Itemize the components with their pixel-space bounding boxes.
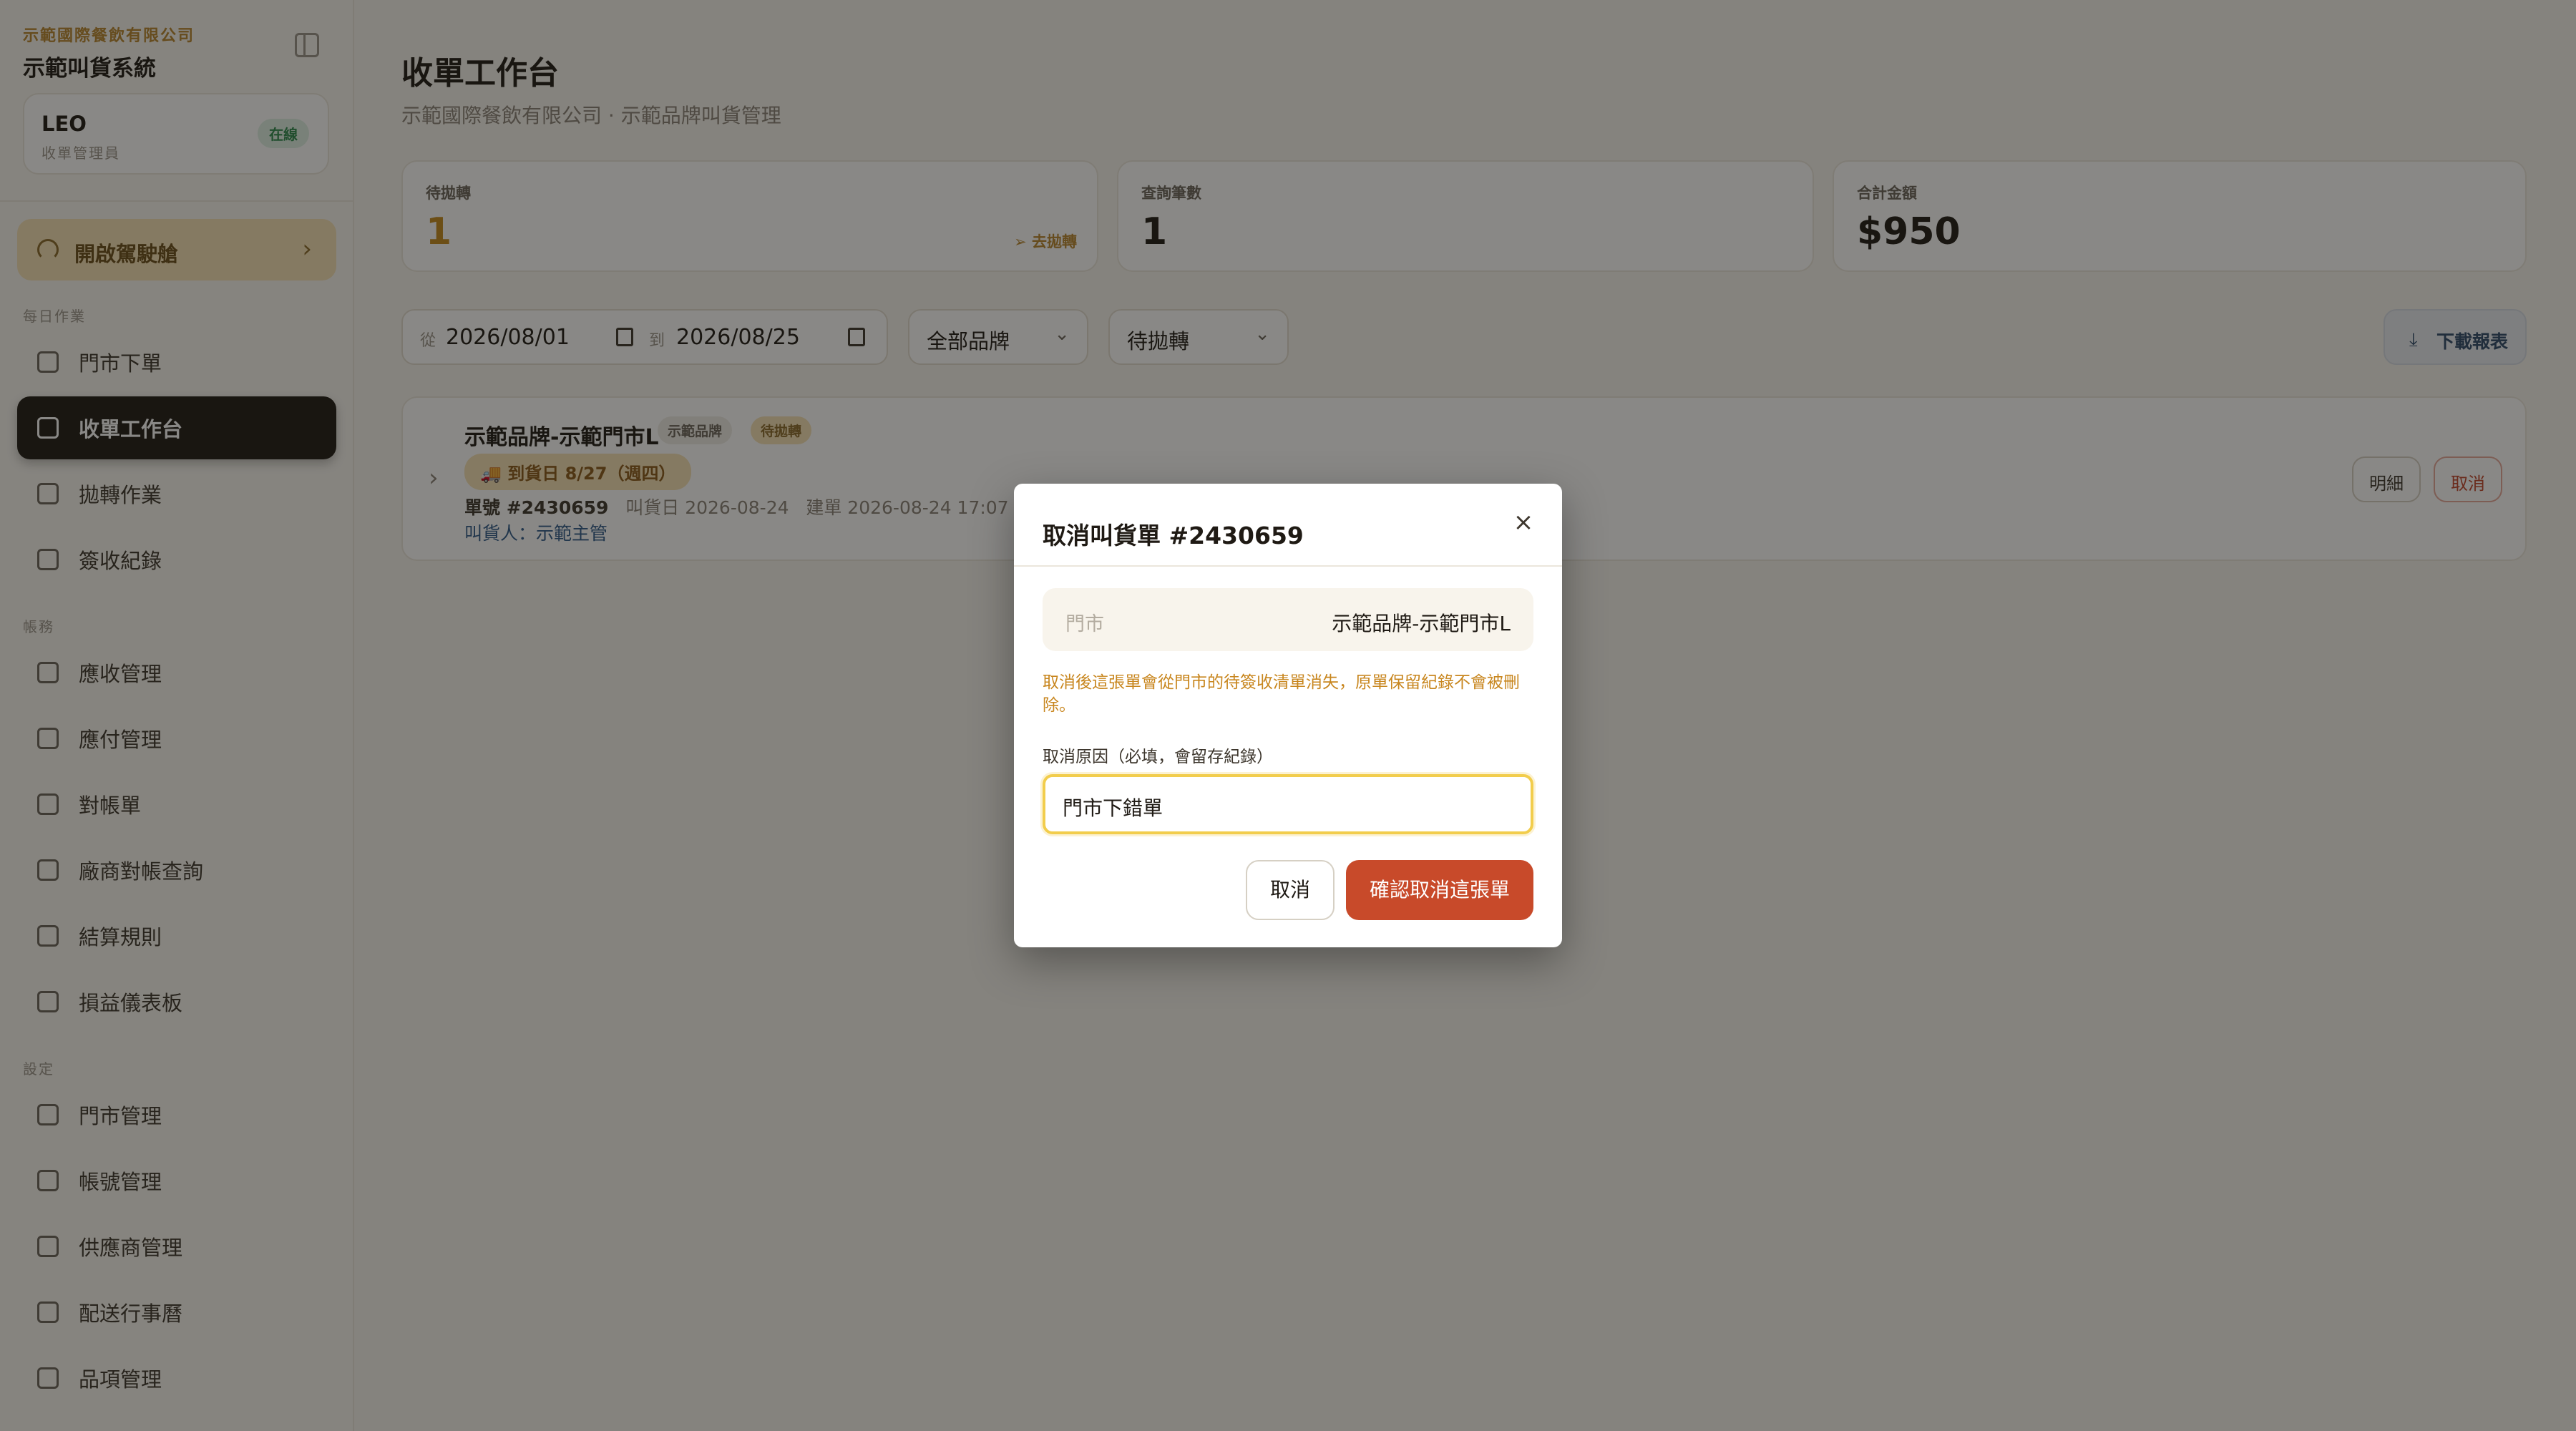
confirm-cancel-button[interactable]: 確認取消這張單 (1346, 860, 1533, 920)
cancel-reason-input[interactable]: 門市下錯單 (1043, 774, 1533, 834)
cancel-reason-value: 門市下錯單 (1063, 796, 1163, 820)
store-value: 示範品牌-示範門市L (1332, 612, 1511, 635)
dialog-divider (1014, 565, 1562, 567)
cancel-order-dialog: 取消叫貨單 #2430659 × 門市 示範品牌-示範門市L 取消後這張單會從門… (1014, 484, 1562, 947)
store-label: 門市 (1065, 613, 1104, 635)
cancel-warning: 取消後這張單會從門市的待簽收清單消失，原單保留紀錄不會被刪除。 (1043, 673, 1520, 715)
store-info: 門市 示範品牌-示範門市L (1043, 588, 1533, 651)
close-icon[interactable]: × (1509, 508, 1538, 537)
dialog-title: 取消叫貨單 #2430659 (1043, 522, 1304, 550)
dialog-cancel-button[interactable]: 取消 (1246, 860, 1335, 920)
reason-label: 取消原因（必填，會留存紀錄） (1043, 748, 1273, 766)
